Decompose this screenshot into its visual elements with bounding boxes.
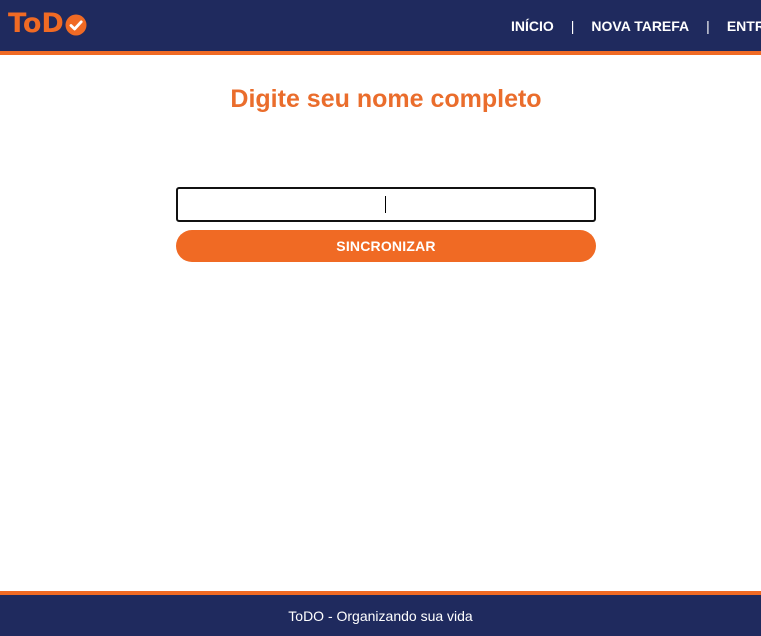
footer: ToDO - Organizando sua vida <box>0 591 761 636</box>
check-circle-icon <box>65 14 87 36</box>
logo-text: ToD <box>8 8 64 39</box>
page-title: Digite seu nome completo <box>230 85 542 113</box>
nav-link-nova-tarefa[interactable]: NOVA TAREFA <box>591 18 689 34</box>
text-caret <box>385 196 386 213</box>
nav-link-inicio[interactable]: INÍCIO <box>511 18 554 34</box>
top-navbar: ToD INÍCIO | NOVA TAREFA | ENTRAR <box>0 0 761 55</box>
logo[interactable]: ToD <box>8 8 87 40</box>
main-nav: INÍCIO | NOVA TAREFA | ENTRAR <box>511 0 761 51</box>
footer-text: ToDO - Organizando sua vida <box>288 607 473 624</box>
nav-separator: | <box>570 17 575 34</box>
full-name-input[interactable] <box>176 187 596 222</box>
nav-separator: | <box>706 17 710 34</box>
nav-link-entrar[interactable]: ENTRAR <box>727 18 761 34</box>
page: ToD INÍCIO | NOVA TAREFA | ENTRAR Digite… <box>0 0 761 636</box>
sync-button[interactable]: SINCRONIZAR <box>176 230 596 262</box>
